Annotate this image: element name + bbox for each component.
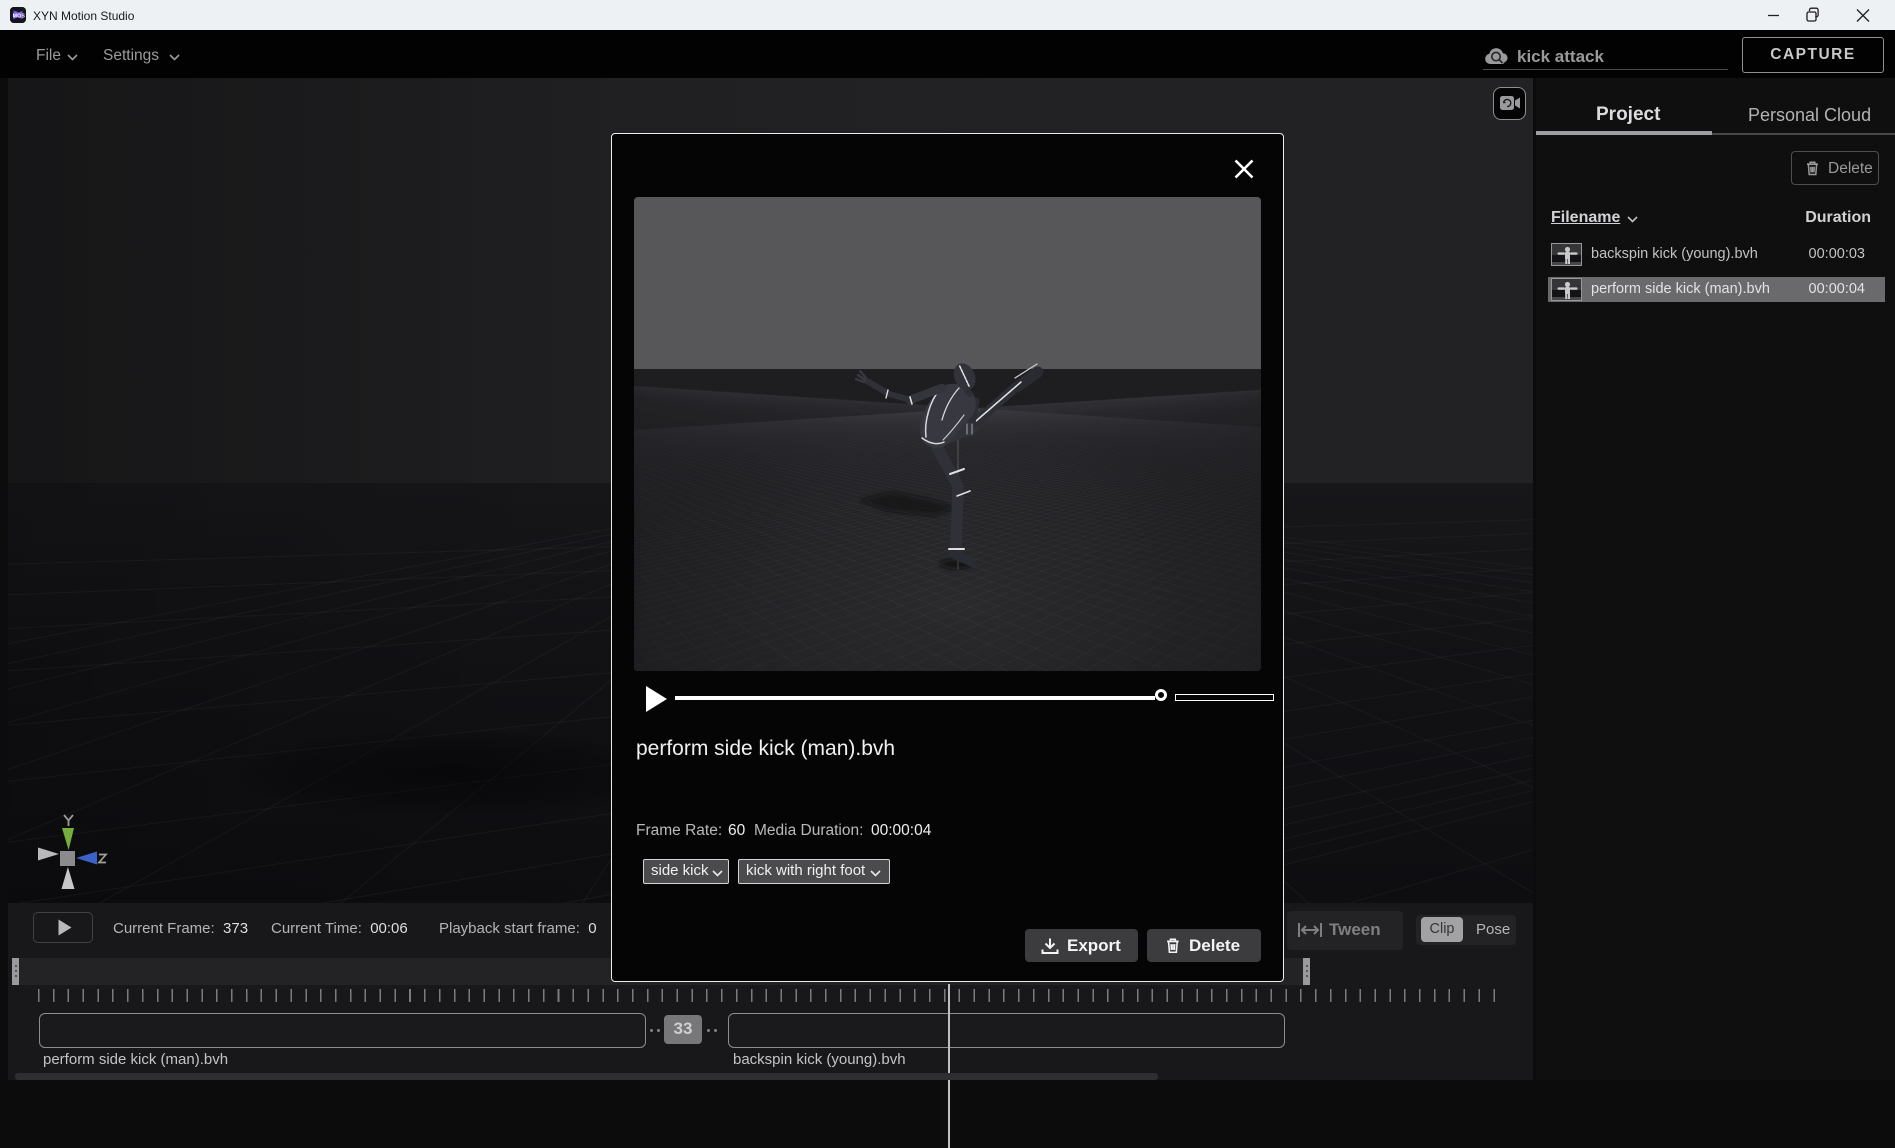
svg-text:MOS: MOS	[13, 14, 26, 20]
